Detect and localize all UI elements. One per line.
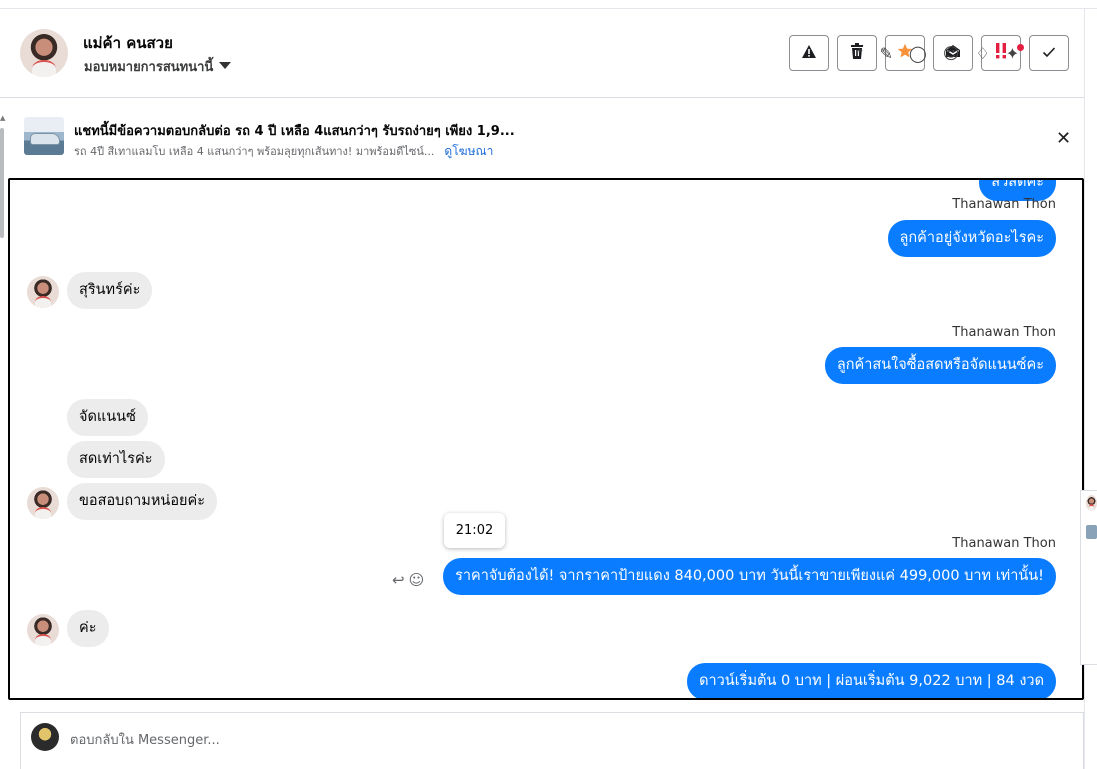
react-smiley-icon[interactable]: ☺ — [409, 571, 429, 589]
side-panel-avatar — [1086, 495, 1097, 511]
messenger-conversation-window: แม่ค้า คนสวย มอบหมายการสนทนานี้ แชทนี้มี… — [0, 0, 1097, 769]
message-outgoing[interactable]: ลูกค้าสนใจซื้อสดหรือจัดแนนซ์คะ — [824, 347, 1056, 384]
caret-down-icon — [219, 62, 232, 69]
page-avatar — [31, 723, 59, 751]
view-ad-link[interactable]: ดูโฆษณา — [444, 144, 493, 158]
assign-conversation-label: มอบหมายการสนทนานี้ — [84, 60, 214, 75]
mark-done-button[interactable] — [1029, 35, 1069, 71]
message-outgoing[interactable]: ราคาจับต้องได้! จากราคาป้ายแดง 840,000 บ… — [443, 558, 1056, 595]
message-incoming[interactable]: สดเท่าไรค่ะ — [67, 441, 165, 478]
sender-name: Thanawan Thon — [952, 325, 1056, 340]
add-person-icon[interactable]: ⁺ — [855, 44, 863, 63]
message-incoming[interactable]: สุรินทร์ค่ะ — [67, 272, 153, 309]
report-spam-button[interactable] — [789, 35, 829, 71]
message-thread: สวัสดีค่ะ Thanawan Thon ลูกค้าอยู่จังหวั… — [8, 178, 1084, 700]
left-scroll-up-icon[interactable]: ▲ — [0, 114, 5, 122]
ad-thumbnail-image[interactable] — [24, 117, 64, 155]
emoji-icon[interactable]: ☺ — [943, 44, 960, 63]
ad-title: แชทนี้มีข้อความตอบกลับต่อ รถ 4 ปี เหลือ … — [74, 124, 515, 139]
message-incoming[interactable]: ค่ะ — [67, 610, 109, 647]
side-panel-peek[interactable] — [1080, 490, 1097, 665]
assign-conversation-dropdown[interactable]: มอบหมายการสนทนานี้ — [84, 56, 232, 77]
contact-message-avatar[interactable] — [27, 487, 59, 519]
sender-name: Thanawan Thon — [952, 536, 1056, 551]
reply-input[interactable]: ตอบกลับใน Messenger... — [70, 729, 220, 750]
message-hover-actions: ↩☺ — [392, 571, 428, 589]
side-panel-ad-thumbnail — [1086, 525, 1097, 539]
message-outgoing[interactable]: ลูกค้าอยู่จังหวัดอะไรคะ — [887, 220, 1056, 257]
saved-reply-icon[interactable]: ◯ — [909, 44, 927, 63]
close-icon[interactable]: ✕ — [1056, 128, 1071, 149]
notification-dot — [1017, 44, 1024, 51]
ad-subtitle: รถ 4ปี สีเทาแลมโบ เหลือ 4 แสนกว่าๆ พร้อม… — [74, 145, 435, 158]
check-icon — [1042, 44, 1056, 62]
composer-toolbar: ⁺ ✎ ◯ ☺ ♢ ✦ — [855, 44, 1019, 63]
attach-icon[interactable]: ✎ — [879, 44, 892, 63]
left-scrollbar-thumb[interactable] — [0, 128, 4, 238]
message-incoming[interactable]: ขอสอบถามหน่อยค่ะ — [67, 483, 218, 520]
reply-composer: ตอบกลับใน Messenger... — [20, 712, 1084, 769]
contact-avatar[interactable] — [20, 29, 68, 77]
message-timestamp-tooltip: 21:02 — [444, 513, 505, 548]
contact-message-avatar[interactable] — [27, 276, 59, 308]
message-incoming[interactable]: จัดแนนซ์ — [67, 399, 148, 436]
contact-message-avatar[interactable] — [27, 614, 59, 646]
ad-reference-banner: แชทนี้มีข้อความตอบกลับต่อ รถ 4 ปี เหลือ … — [0, 98, 1084, 178]
ad-subtitle-row: รถ 4ปี สีเทาแลมโบ เหลือ 4 แสนกว่าๆ พร้อม… — [74, 142, 493, 161]
reply-icon[interactable]: ↩ — [392, 571, 409, 589]
message-outgoing[interactable]: ดาวน์เริ่มต้น 0 บาท | ผ่อนเริ่มต้น 9,022… — [687, 663, 1056, 698]
contact-name[interactable]: แม่ค้า คนสวย — [83, 31, 173, 55]
like-icon[interactable]: ♢ — [975, 44, 989, 63]
sender-name: Thanawan Thon — [952, 197, 1056, 212]
warning-icon — [801, 44, 817, 63]
